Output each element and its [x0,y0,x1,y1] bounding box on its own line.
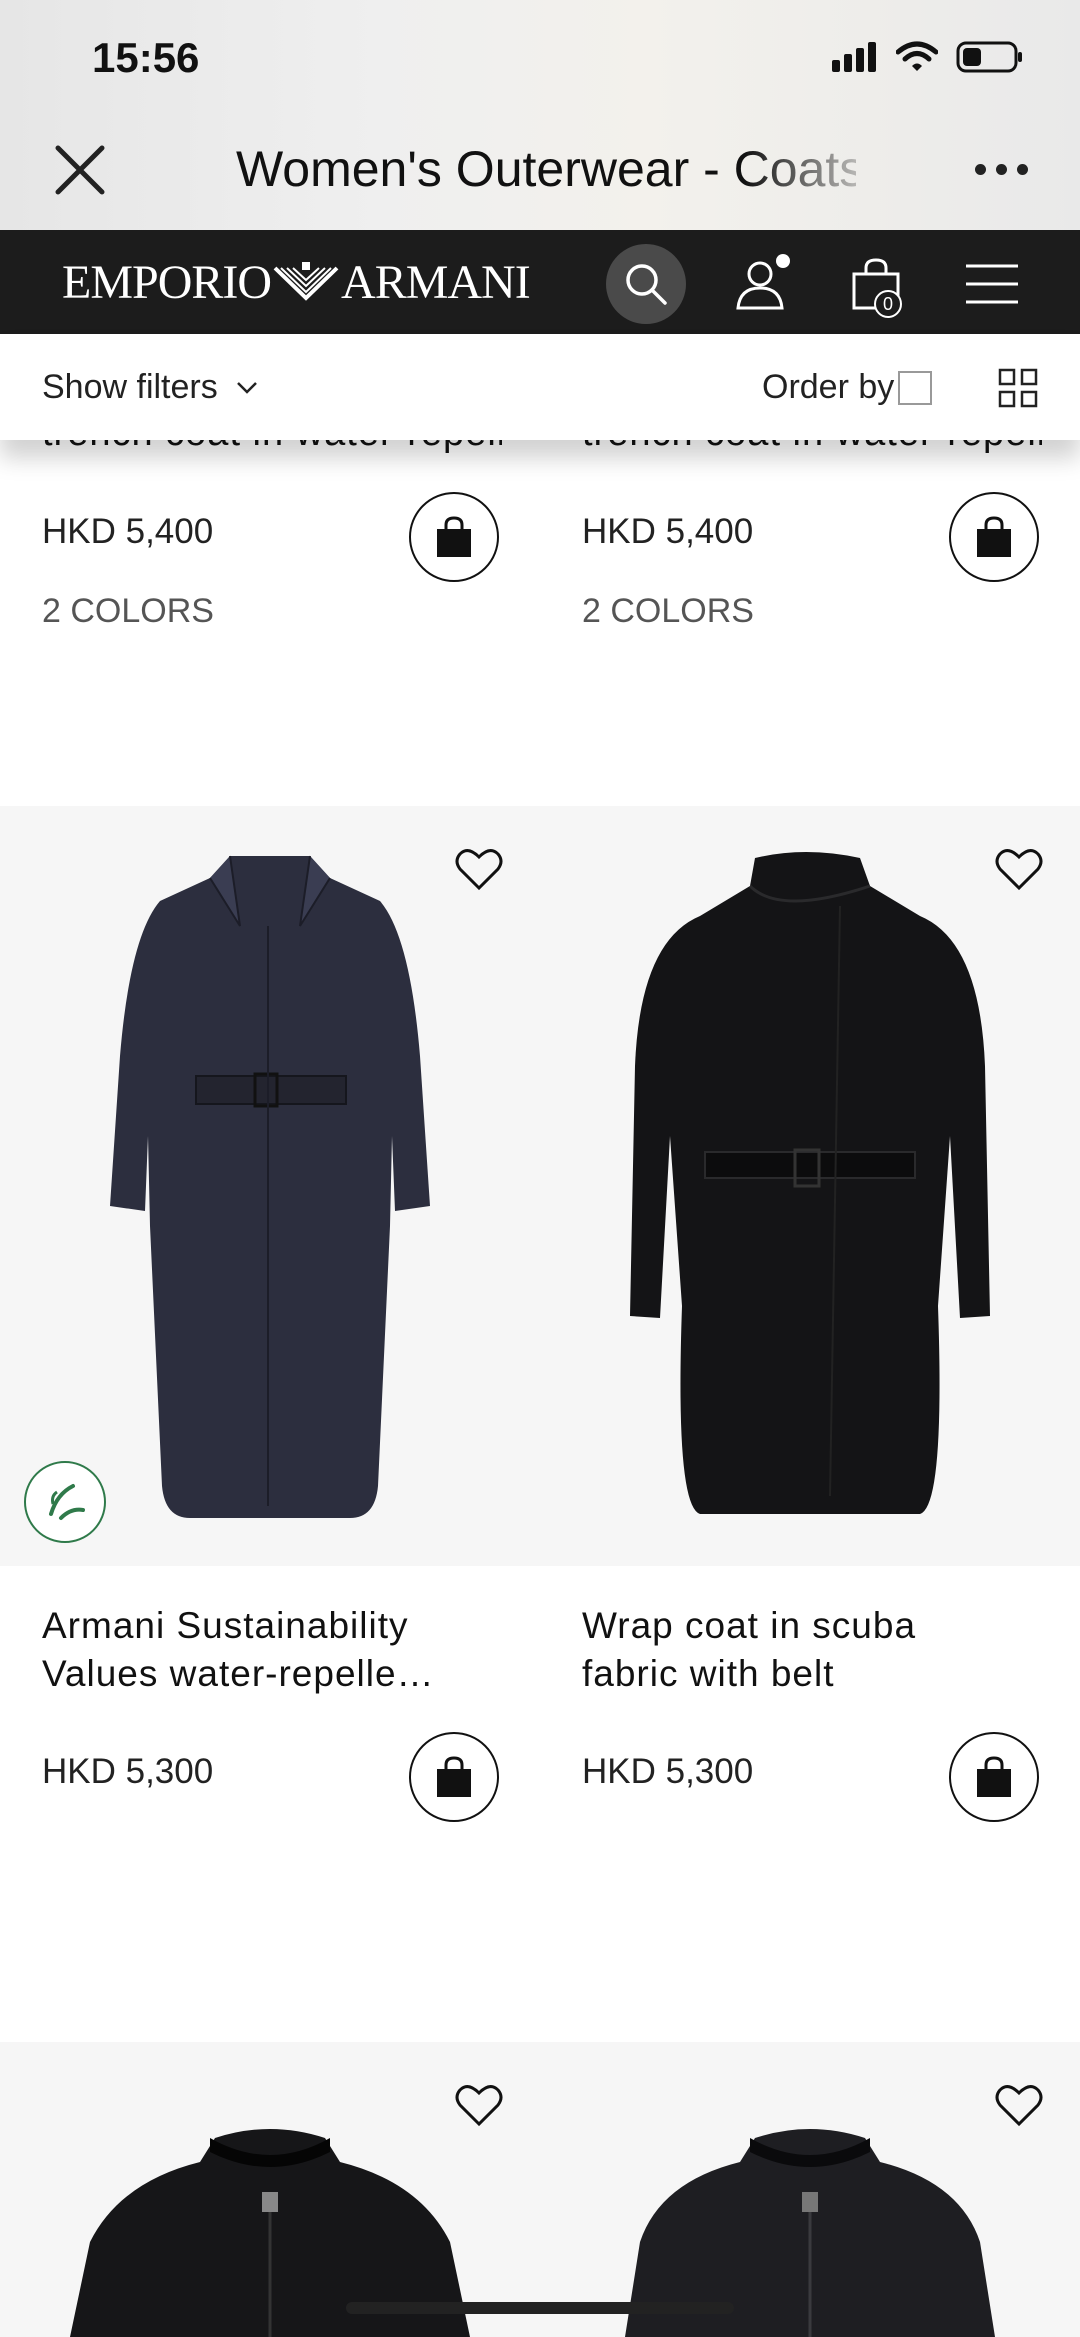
heart-icon[interactable] [994,846,1044,892]
more-options-icon[interactable] [975,164,1028,175]
product-price: HKD 5,400 [42,512,214,551]
add-to-bag-button[interactable] [409,1732,499,1822]
chevron-down-icon [236,381,257,394]
filter-bar: Show filters Order by [0,334,1080,440]
logo-text-right: ARMANI [341,255,531,309]
search-icon [626,264,667,305]
notification-dot [776,254,790,268]
show-filters-button[interactable]: Show filters [42,368,258,407]
order-by-button[interactable]: Order by [762,368,933,407]
product-name-line: Armani Sustainability [42,1605,409,1646]
status-icons [832,40,1024,74]
webview-title: Women's Outerwear - Coats [236,141,856,197]
wifi-icon [896,41,938,71]
signal-icon [832,42,876,72]
order-by-checkbox[interactable] [898,370,933,405]
product-image-tile[interactable] [540,2042,1080,2337]
navy-belted-long-coat-image [110,855,430,1518]
product-image-tile[interactable] [540,806,1080,1566]
close-icon[interactable] [52,142,108,198]
product-colors[interactable]: 2 COLORS [42,592,214,631]
logo-text-left: EMPORIO [62,255,272,309]
heart-icon[interactable] [994,2082,1044,2128]
add-to-bag-button[interactable] [949,492,1039,582]
status-time: 15:56 [92,34,200,81]
add-to-bag-button[interactable] [949,1732,1039,1822]
show-filters-label: Show filters [42,368,218,406]
hamburger-menu-icon [966,264,1018,304]
webview-header: 15:56 Women's Outerwear - Coats [0,0,1080,230]
product-colors[interactable]: 2 COLORS [582,592,754,631]
order-by-label: Order by [762,368,895,406]
emporio-armani-logo[interactable]: EMPORIO ARMANI [62,252,531,312]
sustainability-leaf-icon [24,1461,106,1543]
product-name[interactable]: Wrap coat in scuba fabric with belt [582,1602,1042,1698]
account-button[interactable] [722,244,802,324]
shopping-bag-icon [437,516,471,557]
shopping-bag-icon [437,1756,471,1797]
heart-icon[interactable] [454,2082,504,2128]
shopping-bag-button[interactable]: 0 [836,244,916,324]
product-price: HKD 5,300 [42,1752,214,1791]
product-image-tile[interactable] [0,806,540,1566]
eagle-logo-icon [273,262,339,301]
shopping-bag-icon [977,516,1011,557]
site-header: EMPORIO ARMANI 0 [0,230,1080,334]
black-wrap-belted-coat-image [630,852,990,1514]
product-name[interactable]: Armani Sustainability Values water-repel… [42,1602,502,1698]
search-button[interactable] [606,244,686,324]
heart-icon[interactable] [454,846,504,892]
menu-button[interactable] [952,244,1032,324]
battery-icon [956,41,1022,73]
product-name-line: Values water-repelle… [42,1653,435,1694]
product-name-line: Wrap coat in scuba [582,1605,917,1646]
grid-view-icon[interactable] [998,368,1038,408]
shopping-bag-icon [977,1756,1011,1797]
add-to-bag-button[interactable] [409,492,499,582]
product-price: HKD 5,400 [582,512,754,551]
product-image-tile[interactable] [0,2042,540,2337]
home-indicator [346,2302,734,2314]
product-price: HKD 5,300 [582,1752,754,1791]
product-name-line: fabric with belt [582,1653,835,1694]
bag-count-badge: 0 [874,290,902,318]
